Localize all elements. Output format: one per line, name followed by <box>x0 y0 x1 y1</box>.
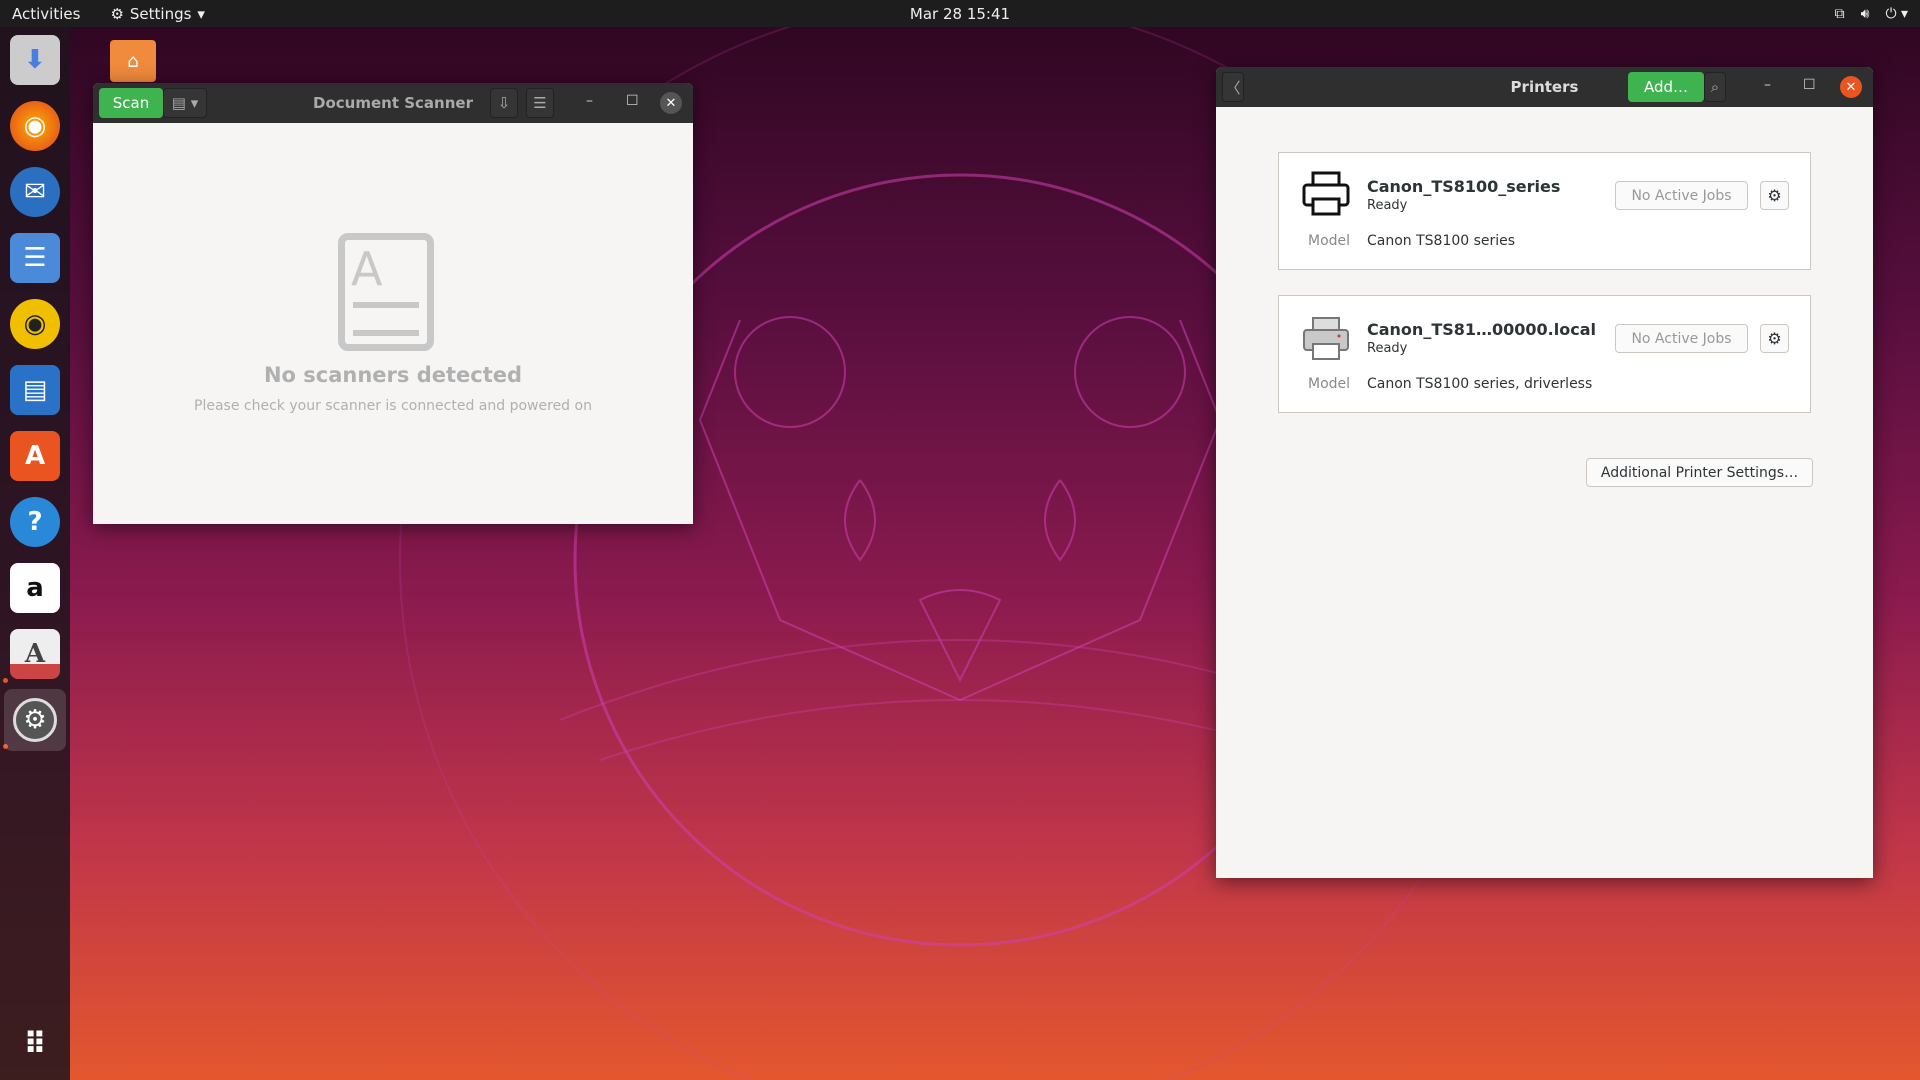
show-apps-grid-icon[interactable]: ⠿ <box>10 1019 60 1069</box>
volume-icon: 🔊︎ <box>1860 5 1870 22</box>
app-menu[interactable]: ⚙ Settings ▾ <box>110 5 205 23</box>
model-label: Model <box>1308 233 1351 249</box>
home-folder-icon[interactable]: ⌂ <box>110 40 156 82</box>
activities-button[interactable]: Activities <box>12 5 80 23</box>
dock-help[interactable]: ? <box>10 497 60 547</box>
scan-type-dropdown[interactable]: ▤ ▾ <box>163 88 207 118</box>
printer-name: Canon_TS8100_series <box>1367 177 1561 196</box>
dock-thunderbird[interactable]: ✉ <box>10 167 60 217</box>
top-bar: Activities ⚙ Settings ▾ Mar 28 15:41 ⧉ 🔊︎ ⏻ … <box>0 0 1920 27</box>
dock-settings[interactable]: ⚙ <box>4 689 66 751</box>
dock-rhythmbox[interactable]: ◉ <box>10 299 60 349</box>
printer-status: Ready <box>1367 341 1408 356</box>
close-icon[interactable]: ✕ <box>1840 76 1862 98</box>
dock-firefox[interactable]: ◉ <box>10 101 60 151</box>
document-scanner-window: Scan ▤ ▾ Document Scanner ⇩ ☰ – ☐ ✕ A No… <box>93 83 693 524</box>
minimize-icon[interactable]: – <box>1764 77 1771 93</box>
network-icon: ⧉ <box>1834 5 1845 22</box>
empty-title: No scanners detected <box>263 363 523 387</box>
titlebar: Scan ▤ ▾ Document Scanner ⇩ ☰ – ☐ ✕ <box>93 83 693 123</box>
additional-printer-settings-button[interactable]: Additional Printer Settings… <box>1586 458 1813 487</box>
save-icon[interactable]: ⇩ <box>490 88 518 118</box>
dock-document-scanner[interactable]: A <box>10 629 60 679</box>
app-menu-label: Settings <box>129 4 192 23</box>
dock-software[interactable]: A <box>10 431 60 481</box>
printer-status: Ready <box>1367 198 1408 213</box>
model-label: Model <box>1308 376 1351 392</box>
minimize-icon[interactable]: – <box>586 93 593 109</box>
printer-icon <box>1303 317 1349 360</box>
document-icon: A <box>338 233 434 351</box>
window-title: Printers <box>1510 78 1579 96</box>
menu-icon[interactable]: ☰ <box>526 88 554 118</box>
gear-icon: ⚙ <box>110 4 124 23</box>
dock-files[interactable]: ☰ <box>10 233 60 283</box>
printers-window: 〈 Printers Add… ⌕ – ☐ ✕ Canon_TS8100_ser… <box>1216 67 1873 878</box>
search-icon[interactable]: ⌕ <box>1704 72 1726 102</box>
maximize-icon[interactable]: ☐ <box>626 93 639 109</box>
dock: ⬇ ◉ ✉ ☰ ◉ ▤ A ? a A ⚙ ⠿ <box>0 27 70 1080</box>
jobs-button[interactable]: No Active Jobs <box>1615 324 1748 353</box>
clock[interactable]: Mar 28 15:41 <box>910 5 1010 23</box>
close-icon[interactable]: ✕ <box>660 92 682 114</box>
titlebar: 〈 Printers Add… ⌕ – ☐ ✕ <box>1216 67 1873 107</box>
back-button[interactable]: 〈 <box>1222 72 1244 102</box>
system-tray[interactable]: ⧉ 🔊︎ ⏻ ▾ <box>1835 6 1908 22</box>
empty-text: Please check your scanner is connected a… <box>194 398 592 414</box>
model-value: Canon TS8100 series, driverless <box>1367 376 1593 392</box>
jobs-button[interactable]: No Active Jobs <box>1615 181 1748 210</box>
chevron-down-icon: ▾ <box>197 4 205 23</box>
printer-settings-gear-icon[interactable]: ⚙ <box>1760 181 1789 210</box>
printer-card[interactable]: Canon_TS81…00000.local Ready No Active J… <box>1278 295 1811 413</box>
model-value: Canon TS8100 series <box>1367 233 1516 249</box>
dock-writer[interactable]: ▤ <box>10 365 60 415</box>
power-icon: ⏻ ▾ <box>1885 5 1908 22</box>
dock-amazon[interactable]: a <box>10 563 60 613</box>
printer-name: Canon_TS81…00000.local <box>1367 320 1596 339</box>
maximize-icon[interactable]: ☐ <box>1803 77 1816 93</box>
printer-card[interactable]: Canon_TS8100_series Ready No Active Jobs… <box>1278 152 1811 270</box>
dock-disk-writer[interactable]: ⬇ <box>10 35 60 85</box>
printer-settings-gear-icon[interactable]: ⚙ <box>1760 324 1789 353</box>
window-title: Document Scanner <box>313 94 473 112</box>
add-printer-button[interactable]: Add… <box>1628 72 1704 102</box>
scan-button[interactable]: Scan <box>99 88 163 118</box>
printer-icon <box>1302 171 1350 216</box>
